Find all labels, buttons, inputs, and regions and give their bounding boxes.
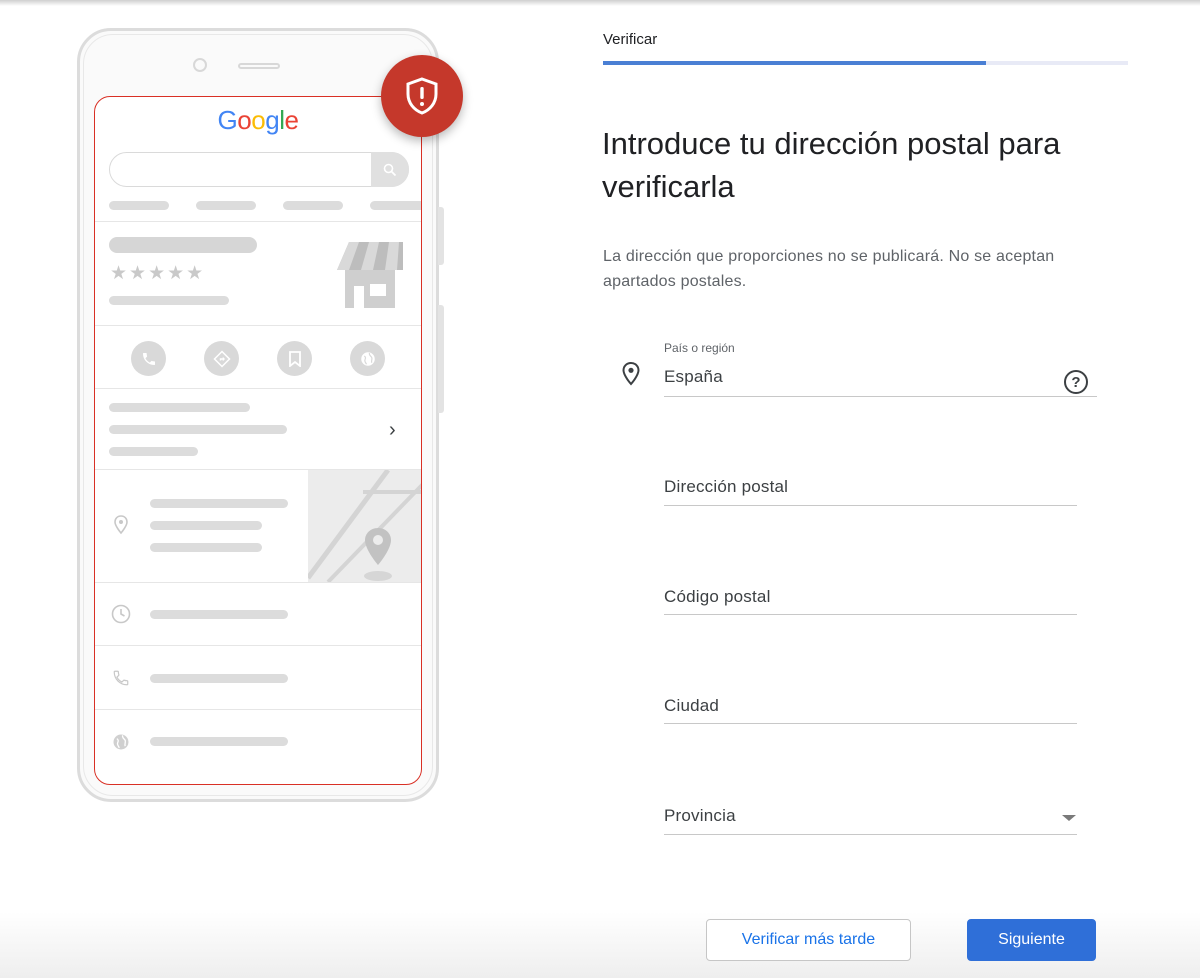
clock-icon — [110, 603, 132, 625]
progress-bar — [603, 61, 1128, 65]
directions-icon — [204, 341, 239, 376]
page-title: Introduce tu dirección postal para verif… — [602, 126, 1061, 204]
divider — [95, 221, 421, 222]
province-select[interactable]: Provincia — [664, 806, 1077, 835]
mock-tab — [370, 201, 421, 210]
shield-alert-badge — [381, 55, 463, 137]
dropdown-caret-icon[interactable] — [1062, 815, 1076, 821]
phone-icon — [110, 667, 132, 689]
mock-search-bar — [109, 152, 409, 187]
location-pin-icon — [622, 361, 640, 386]
page-subtitle: La dirección que proporciones no se publ… — [603, 248, 1055, 290]
chevron-right-icon: › — [389, 419, 396, 441]
mock-text-line — [150, 499, 288, 508]
country-label: País o región — [664, 341, 735, 355]
phone-speaker — [238, 63, 280, 69]
phone-camera — [193, 58, 207, 72]
verify-later-button[interactable]: Verificar más tarde — [706, 919, 911, 961]
location-pin-icon — [110, 514, 132, 536]
storefront-icon — [337, 242, 403, 308]
mock-text-line — [150, 521, 262, 530]
logo-letter: g — [265, 105, 280, 135]
logo-letter: e — [284, 105, 299, 135]
mock-tab — [283, 201, 343, 210]
logo-letter: G — [217, 105, 238, 135]
mock-text-line — [150, 610, 288, 619]
divider — [95, 709, 421, 710]
province-placeholder: Provincia — [664, 806, 736, 825]
city-placeholder: Ciudad — [664, 696, 720, 715]
country-value: España — [664, 367, 723, 386]
mock-text-line — [109, 403, 250, 412]
phone-side-button — [438, 305, 444, 413]
mock-text-line — [150, 543, 262, 552]
mock-tab — [196, 201, 256, 210]
google-logo: Google — [95, 105, 421, 136]
street-address-placeholder: Dirección postal — [664, 477, 789, 496]
mock-text-line — [109, 447, 198, 456]
top-shadow — [0, 0, 1200, 6]
phone-side-button — [438, 207, 444, 265]
rating-stars: ★★★★★ — [110, 263, 206, 284]
mock-text-line — [150, 737, 288, 746]
next-button[interactable]: Siguiente — [967, 919, 1096, 961]
phone-screen: Google ★★★★★ › — [94, 96, 422, 785]
mock-text-line — [109, 425, 287, 434]
country-field[interactable]: País o región España — [664, 341, 1097, 397]
city-input[interactable]: Ciudad — [664, 696, 1077, 724]
mock-tab — [109, 201, 169, 210]
step-label: Verificar — [603, 31, 658, 48]
globe-icon — [110, 731, 132, 753]
mini-map — [308, 470, 421, 582]
logo-letter: o — [237, 105, 252, 135]
logo-letter: o — [251, 105, 266, 135]
street-address-input[interactable]: Dirección postal — [664, 477, 1077, 506]
mock-business-name — [109, 237, 257, 253]
progress-fill — [603, 61, 987, 65]
globe-icon — [350, 341, 385, 376]
divider — [95, 645, 421, 646]
shield-alert-icon — [406, 77, 438, 115]
phone-icon — [131, 341, 166, 376]
bookmark-icon — [277, 341, 312, 376]
divider — [95, 388, 421, 389]
mock-text-line — [109, 296, 229, 305]
postal-code-input[interactable]: Código postal — [664, 587, 1077, 615]
divider — [95, 582, 421, 583]
mock-text-line — [150, 674, 288, 683]
postal-code-placeholder: Código postal — [664, 587, 771, 606]
divider — [95, 325, 421, 326]
help-icon[interactable]: ? — [1064, 370, 1088, 394]
search-icon — [371, 152, 409, 187]
